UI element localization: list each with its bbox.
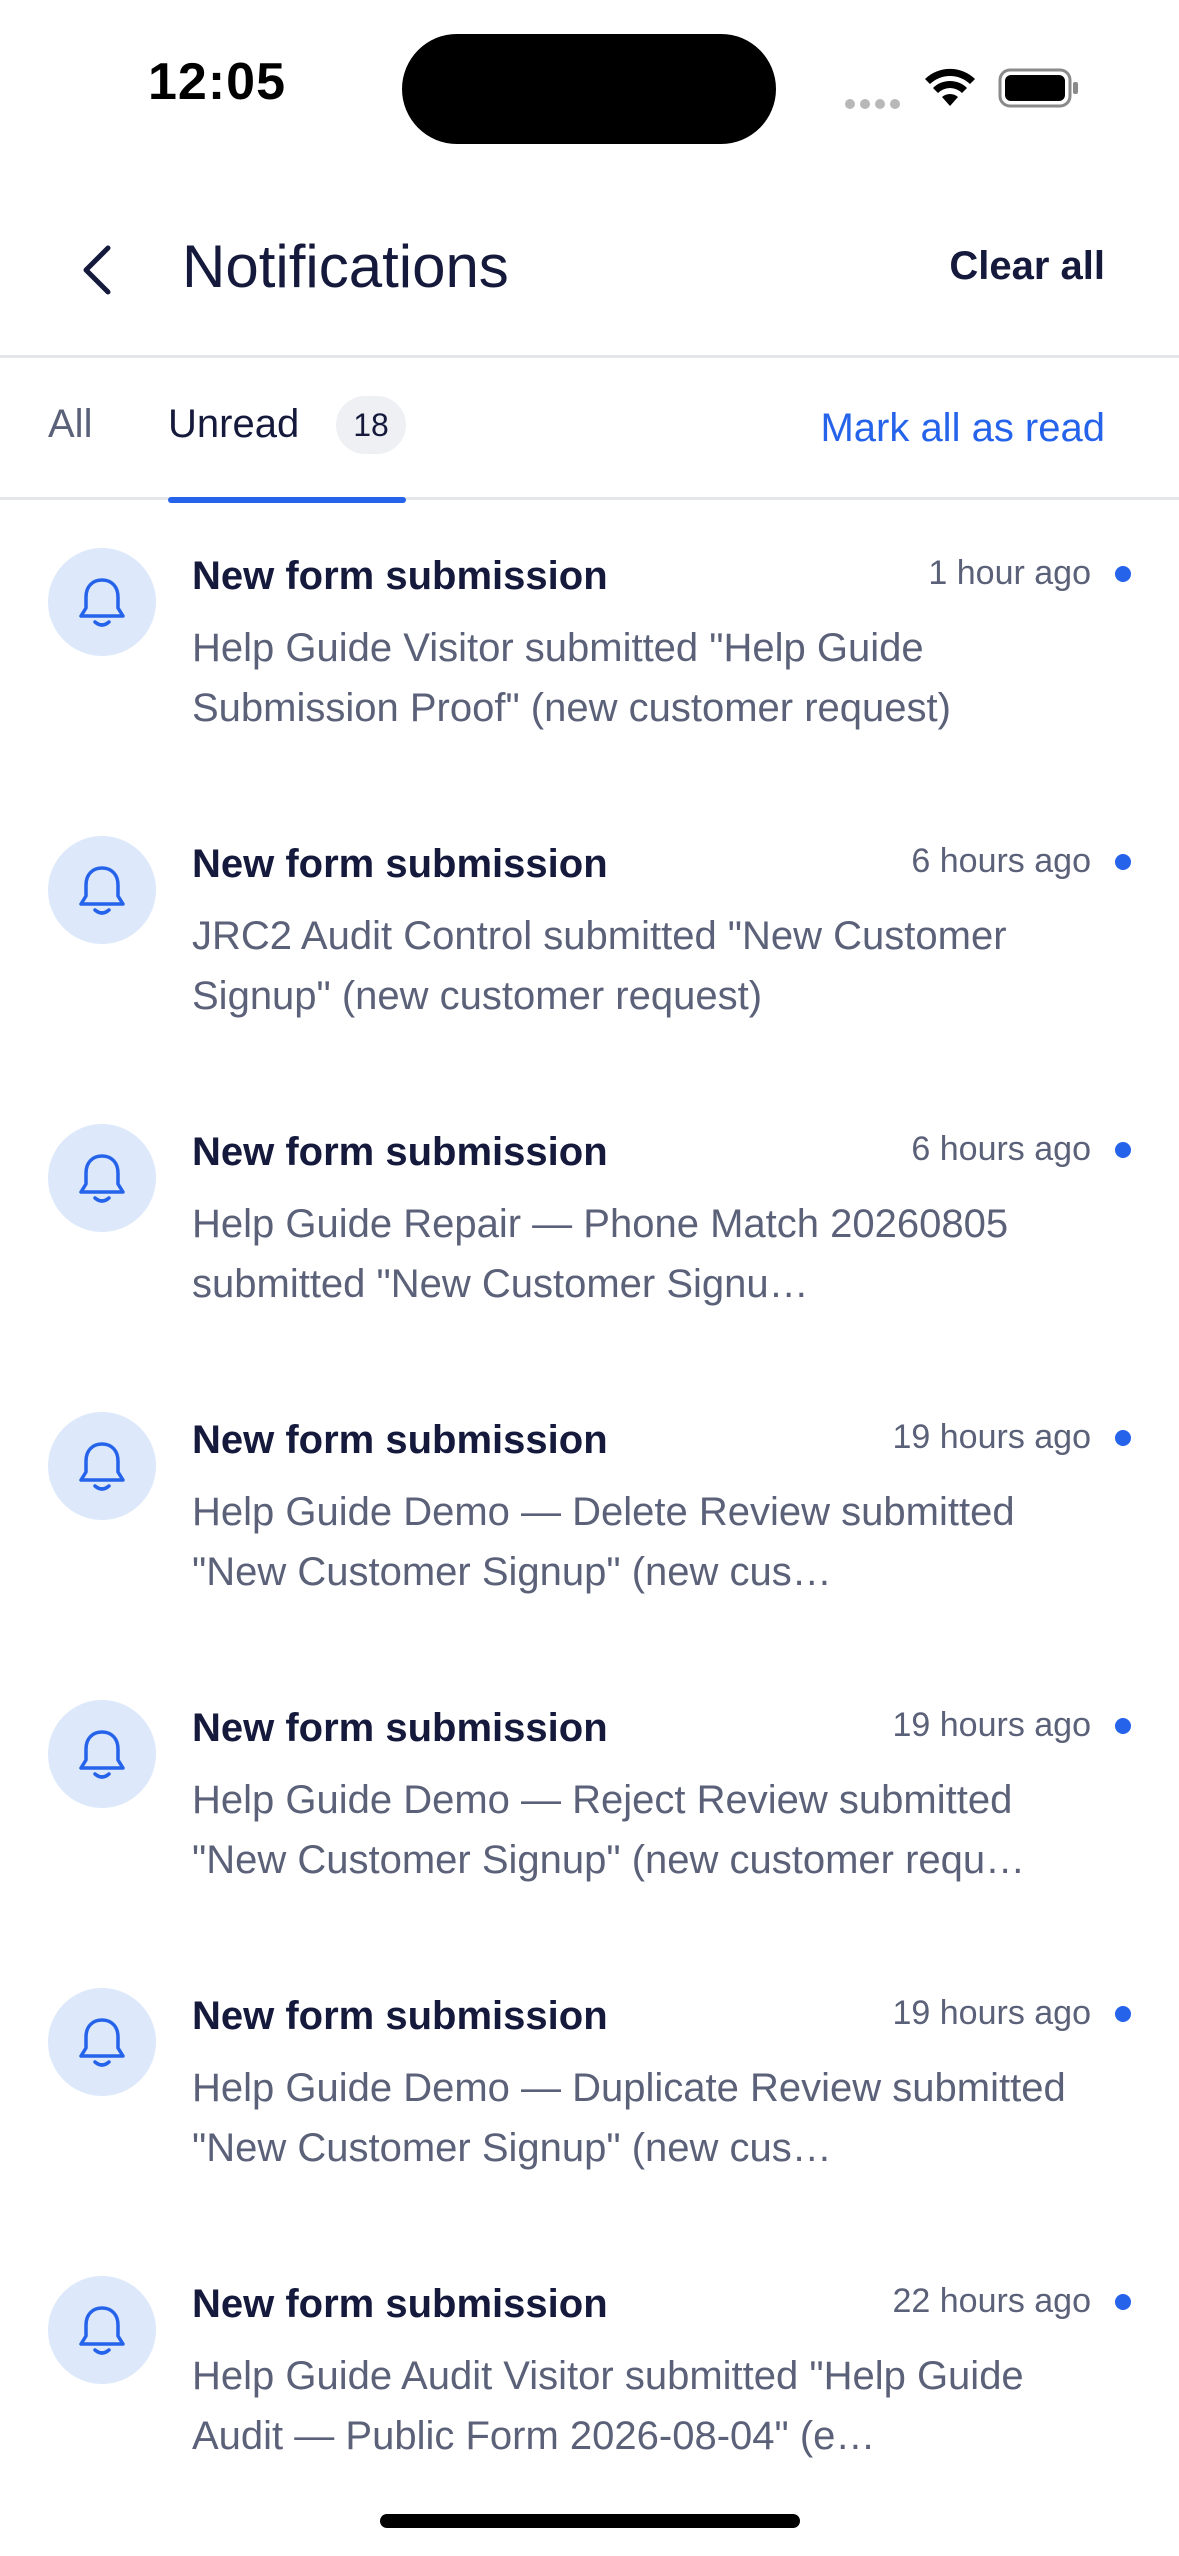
chevron-left-icon[interactable] xyxy=(72,242,122,298)
notification-body: Help Guide Demo — Delete Review submitte… xyxy=(192,1490,1015,1594)
notification-time: 6 hours ago xyxy=(911,1130,1091,1168)
notification-body: Help Guide Demo — Reject Review submitte… xyxy=(192,1778,1026,1882)
notification-item[interactable]: New form submission 6 hours ago Help Gui… xyxy=(0,1076,1179,1364)
dynamic-island xyxy=(402,34,776,144)
tab-unread[interactable]: Unread 18 xyxy=(168,358,406,503)
unread-dot xyxy=(1115,854,1131,870)
notification-body: JRC2 Audit Control submitted "New Custom… xyxy=(192,914,1007,1018)
tab-all[interactable]: All xyxy=(48,402,92,447)
home-indicator[interactable] xyxy=(380,2514,800,2528)
notification-item[interactable]: New form submission 19 hours ago Help Gu… xyxy=(0,1364,1179,1652)
notification-title: New form submission xyxy=(192,1418,608,1462)
unread-dot xyxy=(1115,2006,1131,2022)
notification-title: New form submission xyxy=(192,1130,608,1174)
notification-body: Help Guide Audit Visitor submitted "Help… xyxy=(192,2354,1024,2458)
bell-icon xyxy=(48,1124,156,1232)
notification-time: 19 hours ago xyxy=(892,1418,1092,1456)
notification-title: New form submission xyxy=(192,554,608,598)
bell-icon xyxy=(48,2276,156,2384)
bell-icon xyxy=(48,1412,156,1520)
unread-dot xyxy=(1115,2294,1131,2310)
status-time: 12:05 xyxy=(148,53,286,111)
bell-icon xyxy=(48,548,156,656)
unread-dot xyxy=(1115,566,1131,582)
bell-icon xyxy=(48,1700,156,1808)
notification-body: Help Guide Demo — Duplicate Review submi… xyxy=(192,2066,1066,2170)
notification-time: 19 hours ago xyxy=(892,1706,1092,1744)
page-title: Notifications xyxy=(182,233,509,300)
notification-time: 1 hour ago xyxy=(928,554,1091,592)
tab-unread-label: Unread xyxy=(168,402,300,446)
status-bar: 12:05 xyxy=(0,0,1179,170)
notification-item[interactable]: New form submission 6 hours ago JRC2 Aud… xyxy=(0,788,1179,1076)
bell-icon xyxy=(48,836,156,944)
battery-icon xyxy=(998,68,1078,108)
notification-time: 6 hours ago xyxy=(911,842,1091,880)
bell-icon xyxy=(48,1988,156,2096)
unread-dot xyxy=(1115,1430,1131,1446)
unread-dot xyxy=(1115,1142,1131,1158)
mark-all-read-button[interactable]: Mark all as read xyxy=(820,406,1105,451)
tab-bar: All Unread 18 Mark all as read xyxy=(0,358,1179,503)
unread-count-badge: 18 xyxy=(336,396,406,454)
header: Notifications Clear all xyxy=(0,170,1179,358)
notification-title: New form submission xyxy=(192,2282,608,2326)
unread-dot xyxy=(1115,1718,1131,1734)
notification-time: 19 hours ago xyxy=(892,1994,1092,2032)
notification-item[interactable]: New form submission 19 hours ago Help Gu… xyxy=(0,1652,1179,1940)
notification-title: New form submission xyxy=(192,842,608,886)
notification-list: New form submission 1 hour ago Help Guid… xyxy=(0,500,1179,2516)
notification-body: Help Guide Visitor submitted "Help Guide… xyxy=(192,626,951,730)
notification-item[interactable]: New form submission 19 hours ago Help Gu… xyxy=(0,1940,1179,2228)
cellular-signal-icon xyxy=(845,96,905,109)
notification-title: New form submission xyxy=(192,1994,608,2038)
notification-body: Help Guide Repair — Phone Match 20260805… xyxy=(192,1202,1009,1306)
notification-time: 22 hours ago xyxy=(892,2282,1092,2320)
wifi-icon xyxy=(925,68,975,106)
notification-item[interactable]: New form submission 22 hours ago Help Gu… xyxy=(0,2228,1179,2516)
notification-item[interactable]: New form submission 1 hour ago Help Guid… xyxy=(0,500,1179,788)
notification-title: New form submission xyxy=(192,1706,608,1750)
clear-all-button[interactable]: Clear all xyxy=(949,244,1105,289)
